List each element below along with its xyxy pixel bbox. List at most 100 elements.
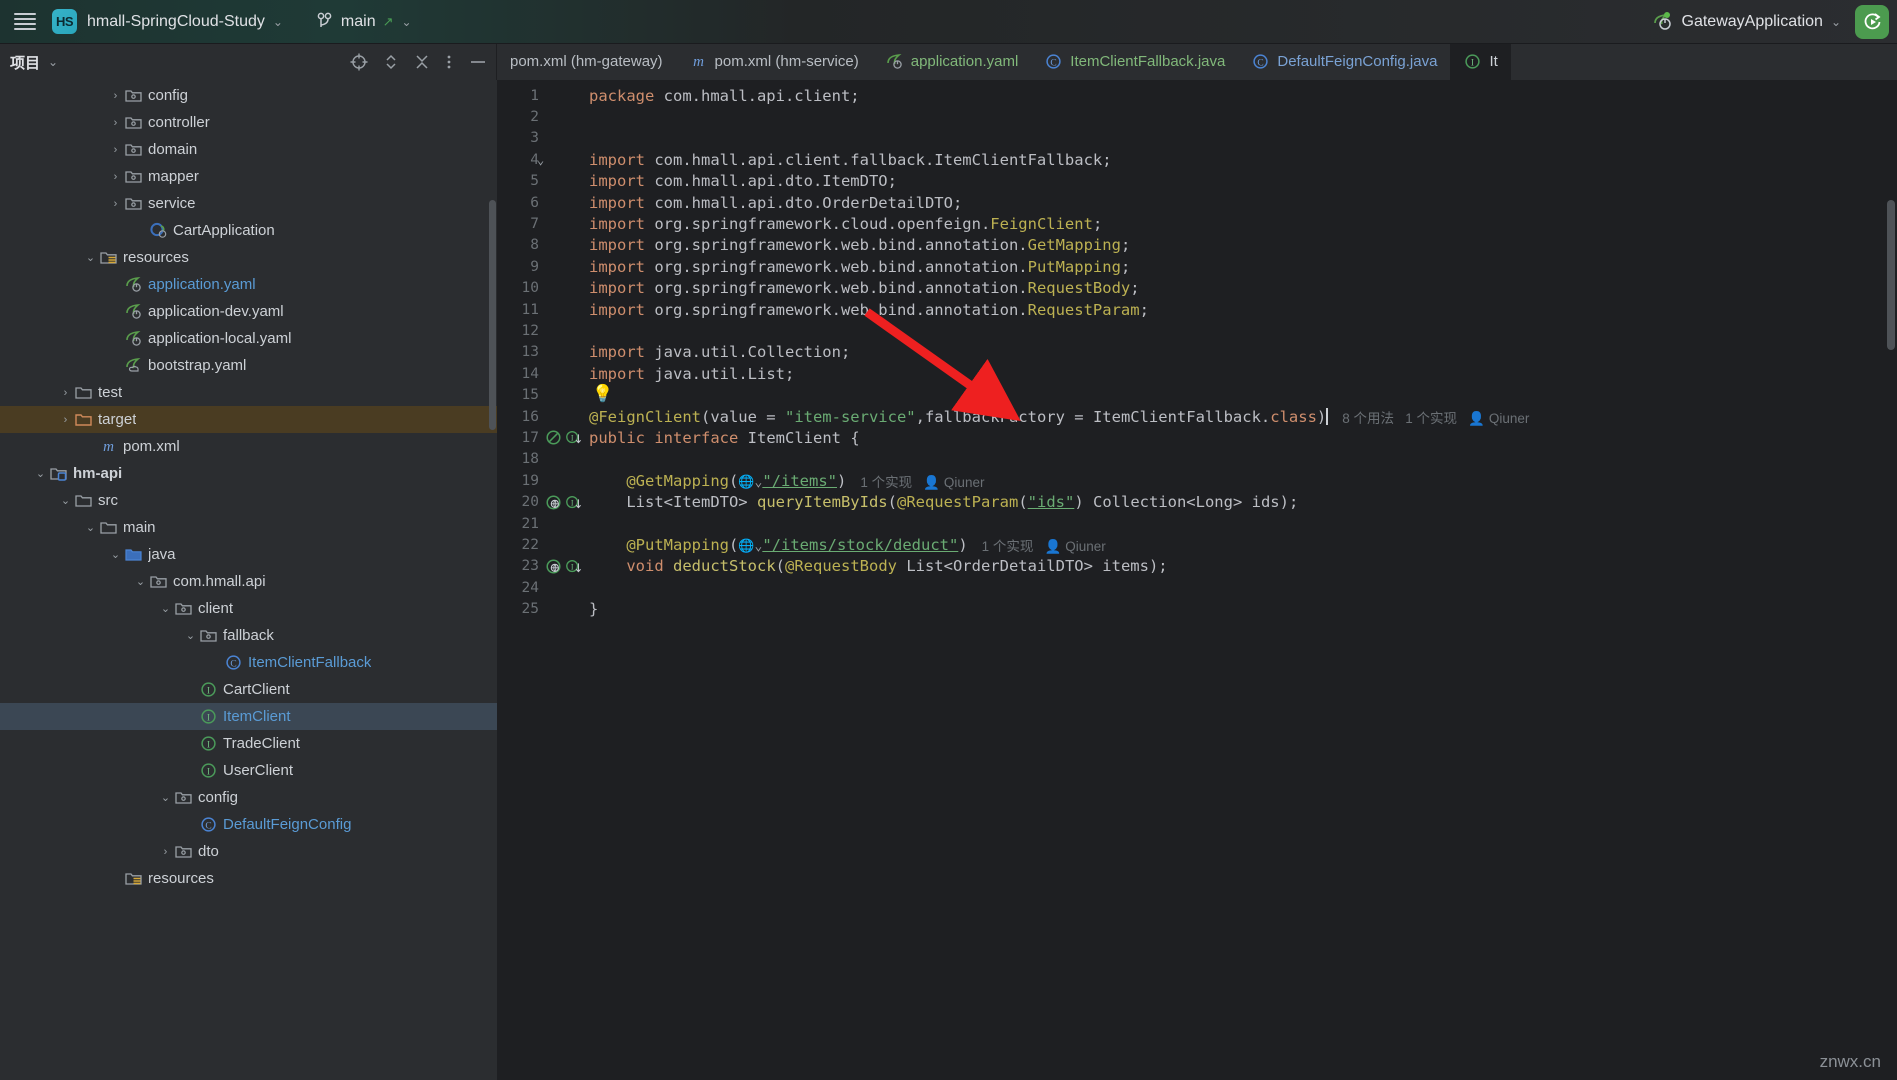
- tree-item-mapper[interactable]: › mapper: [0, 163, 497, 190]
- tree-item-java[interactable]: ⌄ java: [0, 541, 497, 568]
- tree-item-test[interactable]: › test: [0, 379, 497, 406]
- gutter-icons[interactable]: I: [545, 429, 587, 446]
- editor-tab-4[interactable]: C DefaultFeignConfig.java: [1238, 44, 1450, 80]
- chevron-right-icon[interactable]: ›: [108, 198, 123, 210]
- chevron-right-icon[interactable]: ›: [108, 144, 123, 156]
- locate-target-icon[interactable]: [350, 53, 368, 71]
- chevron-down-icon[interactable]: ⌄: [158, 602, 173, 615]
- code-content[interactable]: 1 package com.hmall.api.client; 2 3 4 ⌄ import…: [497, 80, 1897, 1080]
- editor-tab-3[interactable]: C ItemClientFallback.java: [1031, 44, 1238, 80]
- main-menu-icon[interactable]: [14, 13, 36, 30]
- editor-tab-1[interactable]: m pom.xml (hm-service): [676, 44, 872, 80]
- chevron-down-icon[interactable]: ⌄: [83, 521, 98, 534]
- code-line-12[interactable]: 12: [497, 320, 1897, 341]
- tree-item-itemclient[interactable]: I ItemClient: [0, 703, 497, 730]
- code-line-18[interactable]: 18: [497, 449, 1897, 470]
- tree-item-application-dev-yaml[interactable]: application-dev.yaml: [0, 298, 497, 325]
- tree-item-application-yaml[interactable]: application.yaml: [0, 271, 497, 298]
- tree-item-service[interactable]: › service: [0, 190, 497, 217]
- chevron-right-icon[interactable]: ›: [108, 171, 123, 183]
- code-line-14[interactable]: 14 import java.util.List;: [497, 363, 1897, 384]
- branch-chevron-down-icon[interactable]: ⌄: [402, 15, 412, 29]
- tree-item-hm-api[interactable]: ⌄ hm-api: [0, 460, 497, 487]
- git-branch-widget[interactable]: main ↗ ⌄: [317, 12, 412, 31]
- editor-tab-2[interactable]: application.yaml: [872, 44, 1032, 80]
- code-editor[interactable]: 1 package com.hmall.api.client; 2 3 4 ⌄ import…: [497, 80, 1897, 1080]
- chevron-down-icon[interactable]: ⌄: [83, 251, 98, 264]
- tree-item-main[interactable]: ⌄ main: [0, 514, 497, 541]
- tree-item-dto[interactable]: › dto: [0, 838, 497, 865]
- chevron-down-icon[interactable]: ⌄: [33, 467, 48, 480]
- code-line-8[interactable]: 8 import org.springframework.web.bind.ann…: [497, 235, 1897, 256]
- inlay-hint[interactable]: 1 个实现 👤 Qiuner: [860, 471, 984, 491]
- editor-tab-0[interactable]: pom.xml (hm-gateway): [497, 44, 676, 80]
- code-line-25[interactable]: 25}: [497, 598, 1897, 619]
- code-line-21[interactable]: 21: [497, 513, 1897, 534]
- tree-item-itemclientfallback[interactable]: C ItemClientFallback: [0, 649, 497, 676]
- code-line-7[interactable]: 7 import org.springframework.cloud.openfe…: [497, 213, 1897, 234]
- code-line-1[interactable]: 1 package com.hmall.api.client;: [497, 85, 1897, 106]
- tree-item-resources[interactable]: resources: [0, 865, 497, 892]
- more-options-icon[interactable]: [446, 53, 452, 71]
- chevron-right-icon[interactable]: ›: [108, 90, 123, 102]
- tree-item-bootstrap-yaml[interactable]: bootstrap.yaml: [0, 352, 497, 379]
- project-tree[interactable]: › config › controller › domain › mapper › service…: [0, 80, 497, 1080]
- project-panel-chevron-down-icon[interactable]: ⌄: [48, 55, 58, 69]
- rerun-button[interactable]: [1855, 4, 1889, 39]
- fold-chevron-down-icon[interactable]: ⌄: [537, 153, 544, 167]
- code-line-20[interactable]: 20 I List<ItemDTO> queryItemByIds(@Reques…: [497, 491, 1897, 512]
- tree-item-target[interactable]: › target: [0, 406, 497, 433]
- tree-item-domain[interactable]: › domain: [0, 136, 497, 163]
- tree-item-fallback[interactable]: ⌄ fallback: [0, 622, 497, 649]
- run-configuration-name[interactable]: GatewayApplication: [1682, 13, 1823, 31]
- chevron-right-icon[interactable]: ›: [58, 387, 73, 399]
- intention-bulb-icon[interactable]: 💡: [592, 384, 613, 404]
- code-line-11[interactable]: 11 import org.springframework.web.bind.an…: [497, 299, 1897, 320]
- tree-item-resources[interactable]: ⌄ resources: [0, 244, 497, 271]
- tree-item-config[interactable]: ⌄ config: [0, 784, 497, 811]
- chevron-down-icon[interactable]: ⌄: [183, 629, 198, 642]
- code-line-24[interactable]: 24: [497, 577, 1897, 598]
- inlay-hint[interactable]: 1 个实现 👤 Qiuner: [982, 535, 1106, 555]
- tree-item-controller[interactable]: › controller: [0, 109, 497, 136]
- tree-item-userclient[interactable]: I UserClient: [0, 757, 497, 784]
- code-line-2[interactable]: 2: [497, 106, 1897, 127]
- code-line-17[interactable]: 17 Ipublic interface ItemClient {: [497, 427, 1897, 448]
- code-line-16[interactable]: 16 @FeignClient(value = "item-service",fa…: [497, 406, 1897, 427]
- expand-collapse-icon[interactable]: [384, 53, 398, 71]
- tree-item-src[interactable]: ⌄ src: [0, 487, 497, 514]
- tree-item-tradeclient[interactable]: I TradeClient: [0, 730, 497, 757]
- hide-panel-icon[interactable]: [468, 53, 488, 71]
- code-line-23[interactable]: 23 I void deductStock(@RequestBody List<O…: [497, 556, 1897, 577]
- code-line-3[interactable]: 3: [497, 128, 1897, 149]
- chevron-right-icon[interactable]: ›: [158, 846, 173, 858]
- editor-scrollbar[interactable]: [1887, 200, 1895, 350]
- project-name[interactable]: hmall-SpringCloud-Study: [87, 13, 265, 31]
- code-line-9[interactable]: 9 import org.springframework.web.bind.ann…: [497, 256, 1897, 277]
- inlay-hint[interactable]: 8 个用法 1 个实现 👤 Qiuner: [1342, 407, 1529, 427]
- tree-item-pom-xml[interactable]: m pom.xml: [0, 433, 497, 460]
- gutter-icons[interactable]: I: [545, 494, 587, 511]
- tree-item-defaultfeignconfig[interactable]: C DefaultFeignConfig: [0, 811, 497, 838]
- chevron-down-icon[interactable]: ⌄: [58, 494, 73, 507]
- project-tree-scrollbar[interactable]: [489, 200, 496, 430]
- editor-tab-5[interactable]: I It: [1450, 44, 1511, 80]
- code-line-6[interactable]: 6 import com.hmall.api.dto.OrderDetailDTO…: [497, 192, 1897, 213]
- gutter-icons[interactable]: I: [545, 558, 587, 575]
- collapse-all-icon[interactable]: [414, 53, 430, 71]
- tree-item-com-hmall-api[interactable]: ⌄ com.hmall.api: [0, 568, 497, 595]
- code-line-10[interactable]: 10 import org.springframework.web.bind.an…: [497, 278, 1897, 299]
- code-line-13[interactable]: 13 import java.util.Collection;: [497, 342, 1897, 363]
- run-config-chevron-down-icon[interactable]: ⌄: [1831, 15, 1841, 29]
- chevron-right-icon[interactable]: ›: [58, 414, 73, 426]
- chevron-down-icon[interactable]: ⌄: [273, 15, 283, 29]
- tree-item-config[interactable]: › config: [0, 82, 497, 109]
- code-line-15[interactable]: 15: [497, 384, 1897, 405]
- code-line-4[interactable]: 4 ⌄ import com.hmall.api.client.fallback.I…: [497, 149, 1897, 170]
- chevron-down-icon[interactable]: ⌄: [108, 548, 123, 561]
- chevron-down-icon[interactable]: ⌄: [133, 575, 148, 588]
- tree-item-client[interactable]: ⌄ client: [0, 595, 497, 622]
- code-line-19[interactable]: 19 @GetMapping(🌐⌄"/items") 1 个实现 👤 Qiuner: [497, 470, 1897, 491]
- code-line-5[interactable]: 5 import com.hmall.api.dto.ItemDTO;: [497, 171, 1897, 192]
- code-line-22[interactable]: 22 @PutMapping(🌐⌄"/items/stock/deduct") 1…: [497, 534, 1897, 555]
